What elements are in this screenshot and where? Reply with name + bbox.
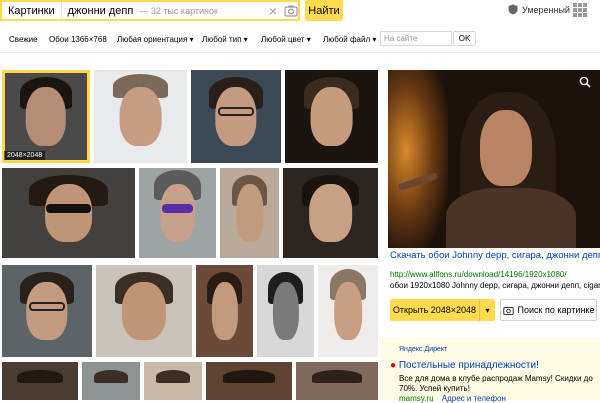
camera-icon — [502, 306, 514, 315]
filter-fresh[interactable]: Свежие — [9, 35, 38, 44]
image-thumbnail[interactable] — [2, 265, 92, 357]
filter-orientation-label: Любая ориентация — [117, 35, 188, 44]
image-thumbnail[interactable] — [94, 70, 187, 163]
image-thumbnail[interactable] — [220, 168, 279, 258]
safe-search-toggle[interactable]: Умеренный — [508, 4, 570, 15]
site-filter-input[interactable]: На сайте — [380, 31, 452, 46]
image-thumbnail[interactable] — [2, 168, 135, 258]
chevron-down-icon: ▾ — [243, 35, 248, 44]
filter-wallpaper-size[interactable]: Обои 1366×768 — [49, 35, 107, 44]
image-size-badge: 2048×2048 — [4, 151, 46, 160]
search-input[interactable]: джонни депп — [62, 5, 134, 17]
ad-title[interactable]: ● Постельные принадлежности! — [390, 360, 539, 371]
search-by-image-button[interactable]: Поиск по картинке — [500, 299, 597, 321]
chevron-down-icon: ▾ — [189, 35, 194, 44]
open-image-button[interactable]: Открыть 2048×2048 ▾ — [390, 299, 495, 321]
apps-grid-icon[interactable] — [573, 3, 587, 17]
preview-source-url[interactable]: http://www.allfons.ru/download/14196/192… — [390, 270, 600, 279]
chevron-down-icon: ▾ — [306, 35, 311, 44]
open-image-label: Открыть 2048×2048 — [392, 305, 477, 315]
camera-icon[interactable] — [284, 4, 298, 18]
filter-file-label: Любой файл — [323, 35, 371, 44]
site-filter-ok-button[interactable]: OK — [453, 31, 476, 46]
preview-source-title[interactable]: Скачать обои Johnny depp, сигара, джонни… — [390, 250, 600, 261]
filter-type-label: Любой тип — [202, 35, 242, 44]
shield-icon — [508, 4, 518, 15]
divider — [0, 52, 600, 53]
image-thumbnail[interactable] — [82, 362, 140, 400]
search-box[interactable]: Картинки джонни депп — 32 тыс картинок × — [0, 0, 300, 21]
filter-file[interactable]: Любой файл ▾ — [323, 35, 376, 44]
image-thumbnail[interactable] — [2, 362, 78, 400]
ad-title-text: Постельные принадлежности! — [398, 360, 539, 371]
image-thumbnail[interactable] — [285, 70, 378, 163]
image-thumbnail[interactable] — [296, 362, 378, 400]
image-thumbnail[interactable] — [318, 265, 378, 357]
filter-color[interactable]: Любой цвет ▾ — [261, 35, 311, 44]
image-thumbnail[interactable] — [257, 265, 314, 357]
search-button[interactable]: Найти — [305, 0, 343, 21]
chevron-down-icon: ▾ — [372, 35, 377, 44]
ad-url[interactable]: mamsy.ru Адрес и телефон — [399, 394, 506, 403]
filter-type[interactable]: Любой тип ▾ — [202, 35, 248, 44]
chevron-down-icon[interactable]: ▾ — [479, 299, 495, 321]
image-thumbnail[interactable] — [196, 265, 253, 357]
search-by-image-label: Поиск по картинке — [517, 305, 595, 315]
bullet-icon: ● — [390, 360, 397, 371]
zoom-icon[interactable] — [579, 76, 591, 88]
image-thumbnail[interactable] — [144, 362, 202, 400]
preview-image[interactable] — [388, 70, 600, 248]
image-thumbnail[interactable]: 2048×2048 — [2, 70, 90, 163]
image-thumbnail[interactable] — [191, 70, 281, 163]
clear-icon[interactable]: × — [266, 4, 280, 18]
ad-address-link[interactable]: Адрес и телефон — [442, 394, 506, 403]
image-thumbnail[interactable] — [283, 168, 378, 258]
ad-url-domain: mamsy.ru — [399, 394, 434, 403]
preview-source-desc: обои 1920x1080 Johnny depp, сигара, джон… — [390, 281, 600, 290]
result-count-hint: — 32 тыс картинок — [139, 5, 218, 16]
service-tab-images[interactable]: Картинки — [2, 2, 62, 19]
ad-label[interactable]: Яндекс.Директ — [399, 346, 447, 353]
image-thumbnail[interactable] — [96, 265, 192, 357]
safe-search-label: Умеренный — [522, 4, 570, 15]
ad-text: Все для дома в клубе распродаж Mamsy! Ск… — [399, 374, 593, 393]
filter-color-label: Любой цвет — [261, 35, 305, 44]
filter-orientation[interactable]: Любая ориентация ▾ — [117, 35, 194, 44]
image-thumbnail[interactable] — [139, 168, 216, 258]
image-thumbnail[interactable] — [206, 362, 292, 400]
header: Картинки джонни депп — 32 тыс картинок ×… — [0, 0, 600, 22]
